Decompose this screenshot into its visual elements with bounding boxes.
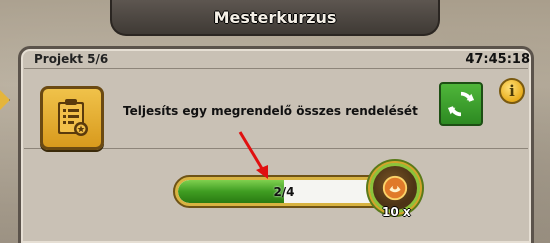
refresh-icon bbox=[447, 91, 475, 117]
reward-count: 10 x bbox=[382, 205, 411, 219]
divider bbox=[24, 68, 528, 69]
countdown-timer: 47:45:18 bbox=[465, 52, 530, 67]
progress-text: 2/4 bbox=[273, 184, 295, 199]
refresh-button[interactable] bbox=[439, 82, 483, 126]
task-description: Teljesíts egy megrendelő összes rendelés… bbox=[123, 104, 418, 118]
title-bar: Mesterkurzus bbox=[110, 0, 440, 36]
info-icon: i bbox=[509, 82, 515, 100]
project-label: Projekt 5/6 bbox=[34, 52, 109, 66]
progress-track: 2/4 bbox=[178, 180, 390, 203]
order-document-icon bbox=[40, 86, 104, 150]
progress-bar: 2/4 bbox=[173, 175, 395, 208]
info-button[interactable]: i bbox=[499, 78, 525, 104]
window-title: Mesterkurzus bbox=[213, 7, 337, 27]
